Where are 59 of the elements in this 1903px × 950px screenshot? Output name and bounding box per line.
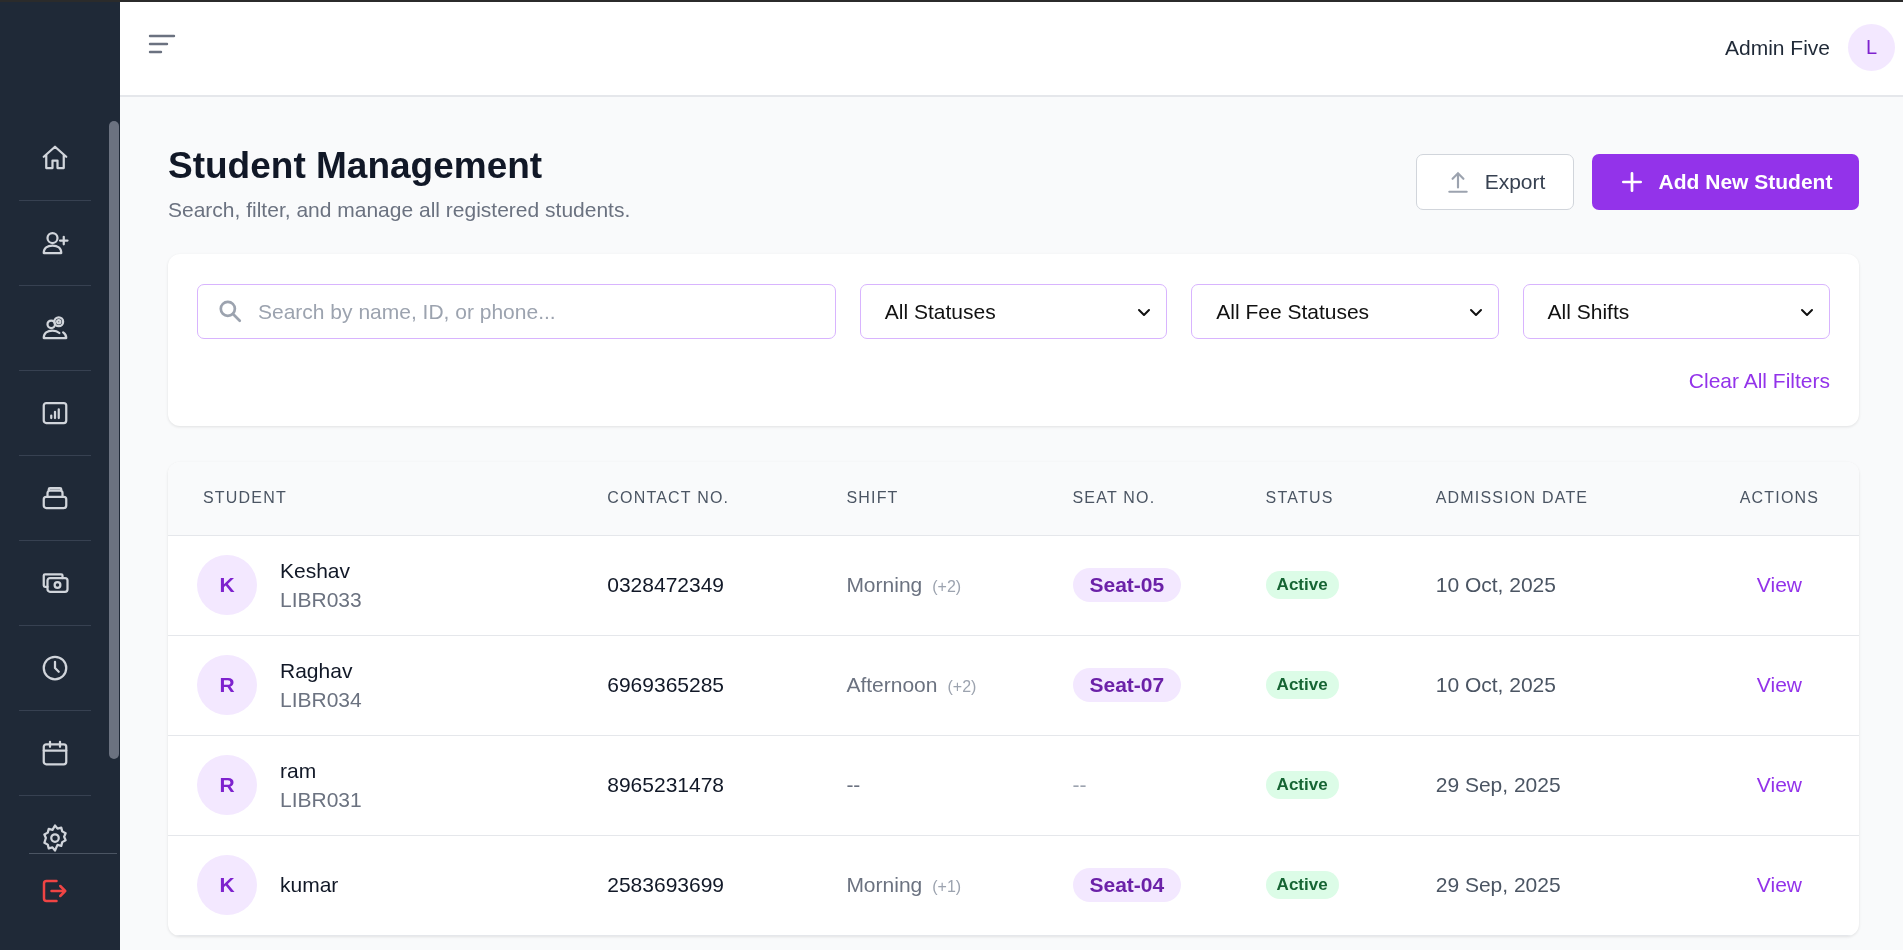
user-avatar[interactable]: L — [1848, 24, 1895, 71]
seat-badge: Seat-04 — [1072, 868, 1182, 902]
filter-dropdown[interactable]: All Fee Statuses — [1191, 284, 1499, 339]
shift-name: Afternoon — [846, 673, 938, 697]
shift-name: Morning — [846, 573, 923, 597]
seat-badge: Seat-05 — [1072, 568, 1182, 602]
student-id: LIBR033 — [280, 587, 362, 612]
column-header: CONTACT NO. — [607, 489, 730, 507]
contact-number: 8965231478 — [607, 773, 725, 796]
status-badge: Active — [1265, 771, 1339, 799]
admission-date: 10 Oct, 2025 — [1435, 573, 1556, 596]
user-name: Admin Five — [1724, 35, 1830, 60]
search-icon — [217, 298, 243, 324]
column-header: STUDENT — [203, 489, 287, 507]
column-header: STATUS — [1265, 489, 1334, 507]
view-link[interactable]: View — [1756, 573, 1802, 596]
student-id: LIBR031 — [280, 787, 362, 812]
contact-number: 0328472349 — [607, 573, 725, 596]
page-subtitle: Search, filter, and manage all registered students. — [168, 198, 631, 222]
student-name: Raghav — [280, 658, 354, 683]
search-field[interactable]: Search by name, ID, or phone... — [197, 284, 836, 339]
seat-badge: Seat-07 — [1072, 668, 1182, 702]
status-badge: Active — [1265, 871, 1339, 899]
column-header: SEAT NO. — [1072, 489, 1156, 507]
admission-date: 10 Oct, 2025 — [1435, 673, 1556, 696]
add-student-button[interactable]: Add New Student — [1592, 154, 1859, 210]
student-avatar: R — [197, 655, 257, 715]
page-title: Student Management — [168, 145, 544, 187]
shift-name: Morning — [846, 873, 923, 897]
contact-number: 6969365285 — [607, 673, 725, 696]
student-name: Keshav — [280, 558, 352, 583]
view-link[interactable]: View — [1756, 873, 1802, 896]
menu-icon[interactable] — [148, 32, 176, 55]
column-header: SHIFT — [846, 489, 899, 507]
shift-count: (+2) — [947, 678, 977, 696]
admission-date: 29 Sep, 2025 — [1435, 773, 1561, 796]
export-button[interactable]: Export — [1416, 154, 1574, 210]
clear-filters-link[interactable]: Clear All Filters — [1688, 369, 1830, 393]
student-avatar: K — [197, 555, 257, 615]
scrollbar-thumb[interactable] — [109, 121, 119, 759]
admission-date: 29 Sep, 2025 — [1435, 873, 1561, 896]
filter-dropdown[interactable]: All Statuses — [859, 284, 1168, 339]
status-badge: Active — [1265, 671, 1339, 699]
shift-count: (+1) — [932, 878, 962, 896]
column-header: ADMISSION DATE — [1435, 489, 1589, 507]
column-header: ACTIONS — [1739, 489, 1820, 507]
view-link[interactable]: View — [1756, 673, 1802, 696]
filter-dropdown[interactable]: All Shifts — [1522, 284, 1830, 339]
status-badge: Active — [1265, 571, 1339, 599]
student-id: LIBR034 — [280, 687, 362, 712]
student-name: kumar — [280, 873, 339, 897]
shift-name: -- — [846, 773, 861, 797]
shift-count: (+2) — [932, 578, 962, 596]
contact-number: 2583693699 — [607, 873, 725, 896]
seat-empty: -- — [1072, 773, 1087, 796]
student-avatar: R — [197, 755, 257, 815]
student-name: ram — [280, 758, 318, 783]
view-link[interactable]: View — [1756, 773, 1802, 796]
student-avatar: K — [197, 855, 257, 915]
